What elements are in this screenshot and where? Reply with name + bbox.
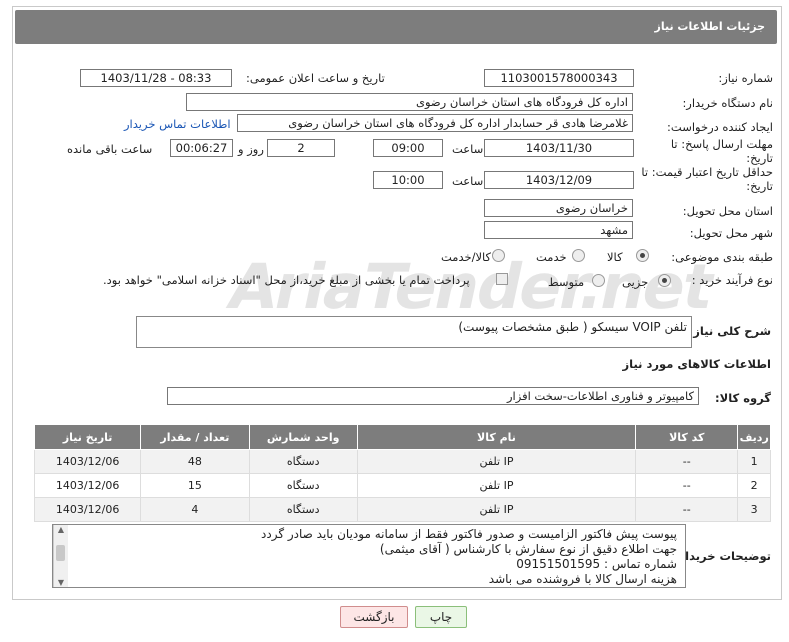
scroll-up-icon[interactable]: ▲ [54,525,68,534]
goods-group-field: کامپیوتر و فناوری اطلاعات-سخت افزار [167,387,699,405]
category-radio-both[interactable] [492,249,505,262]
cell-date: 1403/12/06 [33,473,142,498]
process-radio-minor[interactable] [658,274,671,287]
category-label: طبقه بندی موضوعی: [671,250,773,264]
deadline-date-field: 1403/11/30 [484,139,634,157]
process-radio-medium[interactable] [592,274,605,287]
days-field: 2 [267,139,335,157]
cell-date: 1403/12/06 [33,497,142,522]
days-label: روز و [238,142,264,156]
description-label: شرح کلی نیاز: [688,324,771,338]
validity-label: حداقل تاریخ اعتبار قیمت: تا تاریخ: [641,165,773,193]
cell-name: تلفن IP [356,473,637,498]
header-goods-code: کد کالا [635,424,739,450]
cell-name: تلفن IP [356,497,637,522]
buyer-notes-line: هزینه ارسال کالا با فروشنده می باشد [488,572,677,586]
cell-qty: 48 [140,449,250,474]
table-header-row: تاریخ نیاز تعداد / مقدار واحد شمارش نام … [33,424,771,450]
deadline-time-field: 09:00 [373,139,443,157]
cell-unit: دستگاه [248,449,358,474]
scroll-thumb[interactable] [56,545,65,561]
table-row: 1403/12/06 15 دستگاه تلفن IP -- 2 [33,473,771,498]
cell-code: -- [635,473,739,498]
cell-row: 1 [737,449,771,474]
header-goods-name: نام کالا [356,424,637,450]
city-label: شهر محل تحویل: [689,226,773,240]
cell-unit: دستگاه [248,473,358,498]
province-label: استان محل تحویل: [682,204,773,218]
category-radio-goods[interactable] [636,249,649,262]
buyer-notes-line: پیوست پیش فاکتور الزامیست و صدور فاکتور … [261,527,677,541]
validity-date-field: 1403/12/09 [484,171,634,189]
remaining-label: ساعت باقی مانده [67,142,153,156]
deadline-label: مهلت ارسال پاسخ: تا تاریخ: [670,137,773,165]
print-button[interactable]: چاپ [415,606,467,628]
cell-code: -- [635,497,739,522]
cell-qty: 4 [140,497,250,522]
category-option-both: کالا/خدمت [441,250,492,264]
category-option-goods: کالا [607,250,623,264]
buyer-notes-content: پیوست پیش فاکتور الزامیست و صدور فاکتور … [261,527,677,587]
header-quantity: تعداد / مقدار [140,424,250,450]
buyer-notes-label: توضیحات خریدار: [673,549,771,563]
cell-row: 3 [737,497,771,522]
back-button[interactable]: بازگشت [340,606,408,628]
buyer-notes-textarea[interactable]: پیوست پیش فاکتور الزامیست و صدور فاکتور … [52,524,686,588]
announce-field: 1403/11/28 - 08:33 [80,69,232,87]
cell-name: تلفن IP [356,449,637,474]
cell-row: 2 [737,473,771,498]
contact-info-link[interactable]: اطلاعات تماس خریدار [124,117,231,131]
payment-note: پرداخت تمام یا بخشی از مبلغ خرید،از محل … [103,273,470,287]
need-number-label: شماره نیاز: [718,71,773,85]
buyer-org-label: نام دستگاه خریدار: [682,96,773,110]
process-option-minor: جزیی [622,275,649,289]
treasury-payment-checkbox[interactable] [496,273,508,285]
process-option-medium: متوسط [548,275,585,289]
table-row: 1403/12/06 4 دستگاه تلفن IP -- 3 [33,497,771,522]
header-row-number: ردیف [737,424,771,450]
category-option-service: خدمت [536,250,567,264]
goods-section-title: اطلاعات کالاهای مورد نیاز [622,357,771,371]
description-text: تلفن VOIP سیسکو ( طبق مشخصات پیوست) [458,320,687,334]
city-field: مشهد [484,221,633,239]
scroll-down-icon[interactable]: ▼ [54,578,68,587]
goods-table: تاریخ نیاز تعداد / مقدار واحد شمارش نام … [33,424,771,522]
remaining-time-field: 00:06:27 [170,139,233,157]
validity-time-field: 10:00 [373,171,443,189]
validity-time-label: ساعت [452,174,484,188]
header-unit: واحد شمارش [248,424,358,450]
process-label: نوع فرآیند خرید : [691,273,773,287]
requester-label: ایجاد کننده درخواست: [667,120,773,134]
requester-field: غلامرضا هادی قر حسابدار اداره کل فرودگاه… [237,114,633,132]
header-need-date: تاریخ نیاز [33,424,142,450]
cell-code: -- [635,449,739,474]
category-radio-service[interactable] [572,249,585,262]
announce-label: تاریخ و ساعت اعلان عمومی: [246,71,385,85]
description-textarea[interactable]: تلفن VOIP سیسکو ( طبق مشخصات پیوست) [136,316,692,348]
page-header: جزئیات اطلاعات نیاز [15,10,777,44]
cell-qty: 15 [140,473,250,498]
buyer-notes-line: شماره تماس : 09151501595 [516,557,677,571]
buyer-notes-scrollbar[interactable]: ▲ ▼ [53,525,68,587]
buyer-notes-line: جهت اطلاع دقیق از نوع سفارش با کارشناس (… [379,542,677,556]
cell-unit: دستگاه [248,497,358,522]
province-field: خراسان رضوی [484,199,633,217]
table-row: 1403/12/06 48 دستگاه تلفن IP -- 1 [33,449,771,474]
goods-group-label: گروه کالا: [715,391,771,405]
page-title: جزئیات اطلاعات نیاز [654,20,766,33]
need-number-field: 1103001578000343 [484,69,634,87]
deadline-time-label: ساعت [452,142,484,156]
cell-date: 1403/12/06 [33,449,142,474]
buyer-org-field: اداره کل فرودگاه های استان خراسان رضوی [186,93,633,111]
